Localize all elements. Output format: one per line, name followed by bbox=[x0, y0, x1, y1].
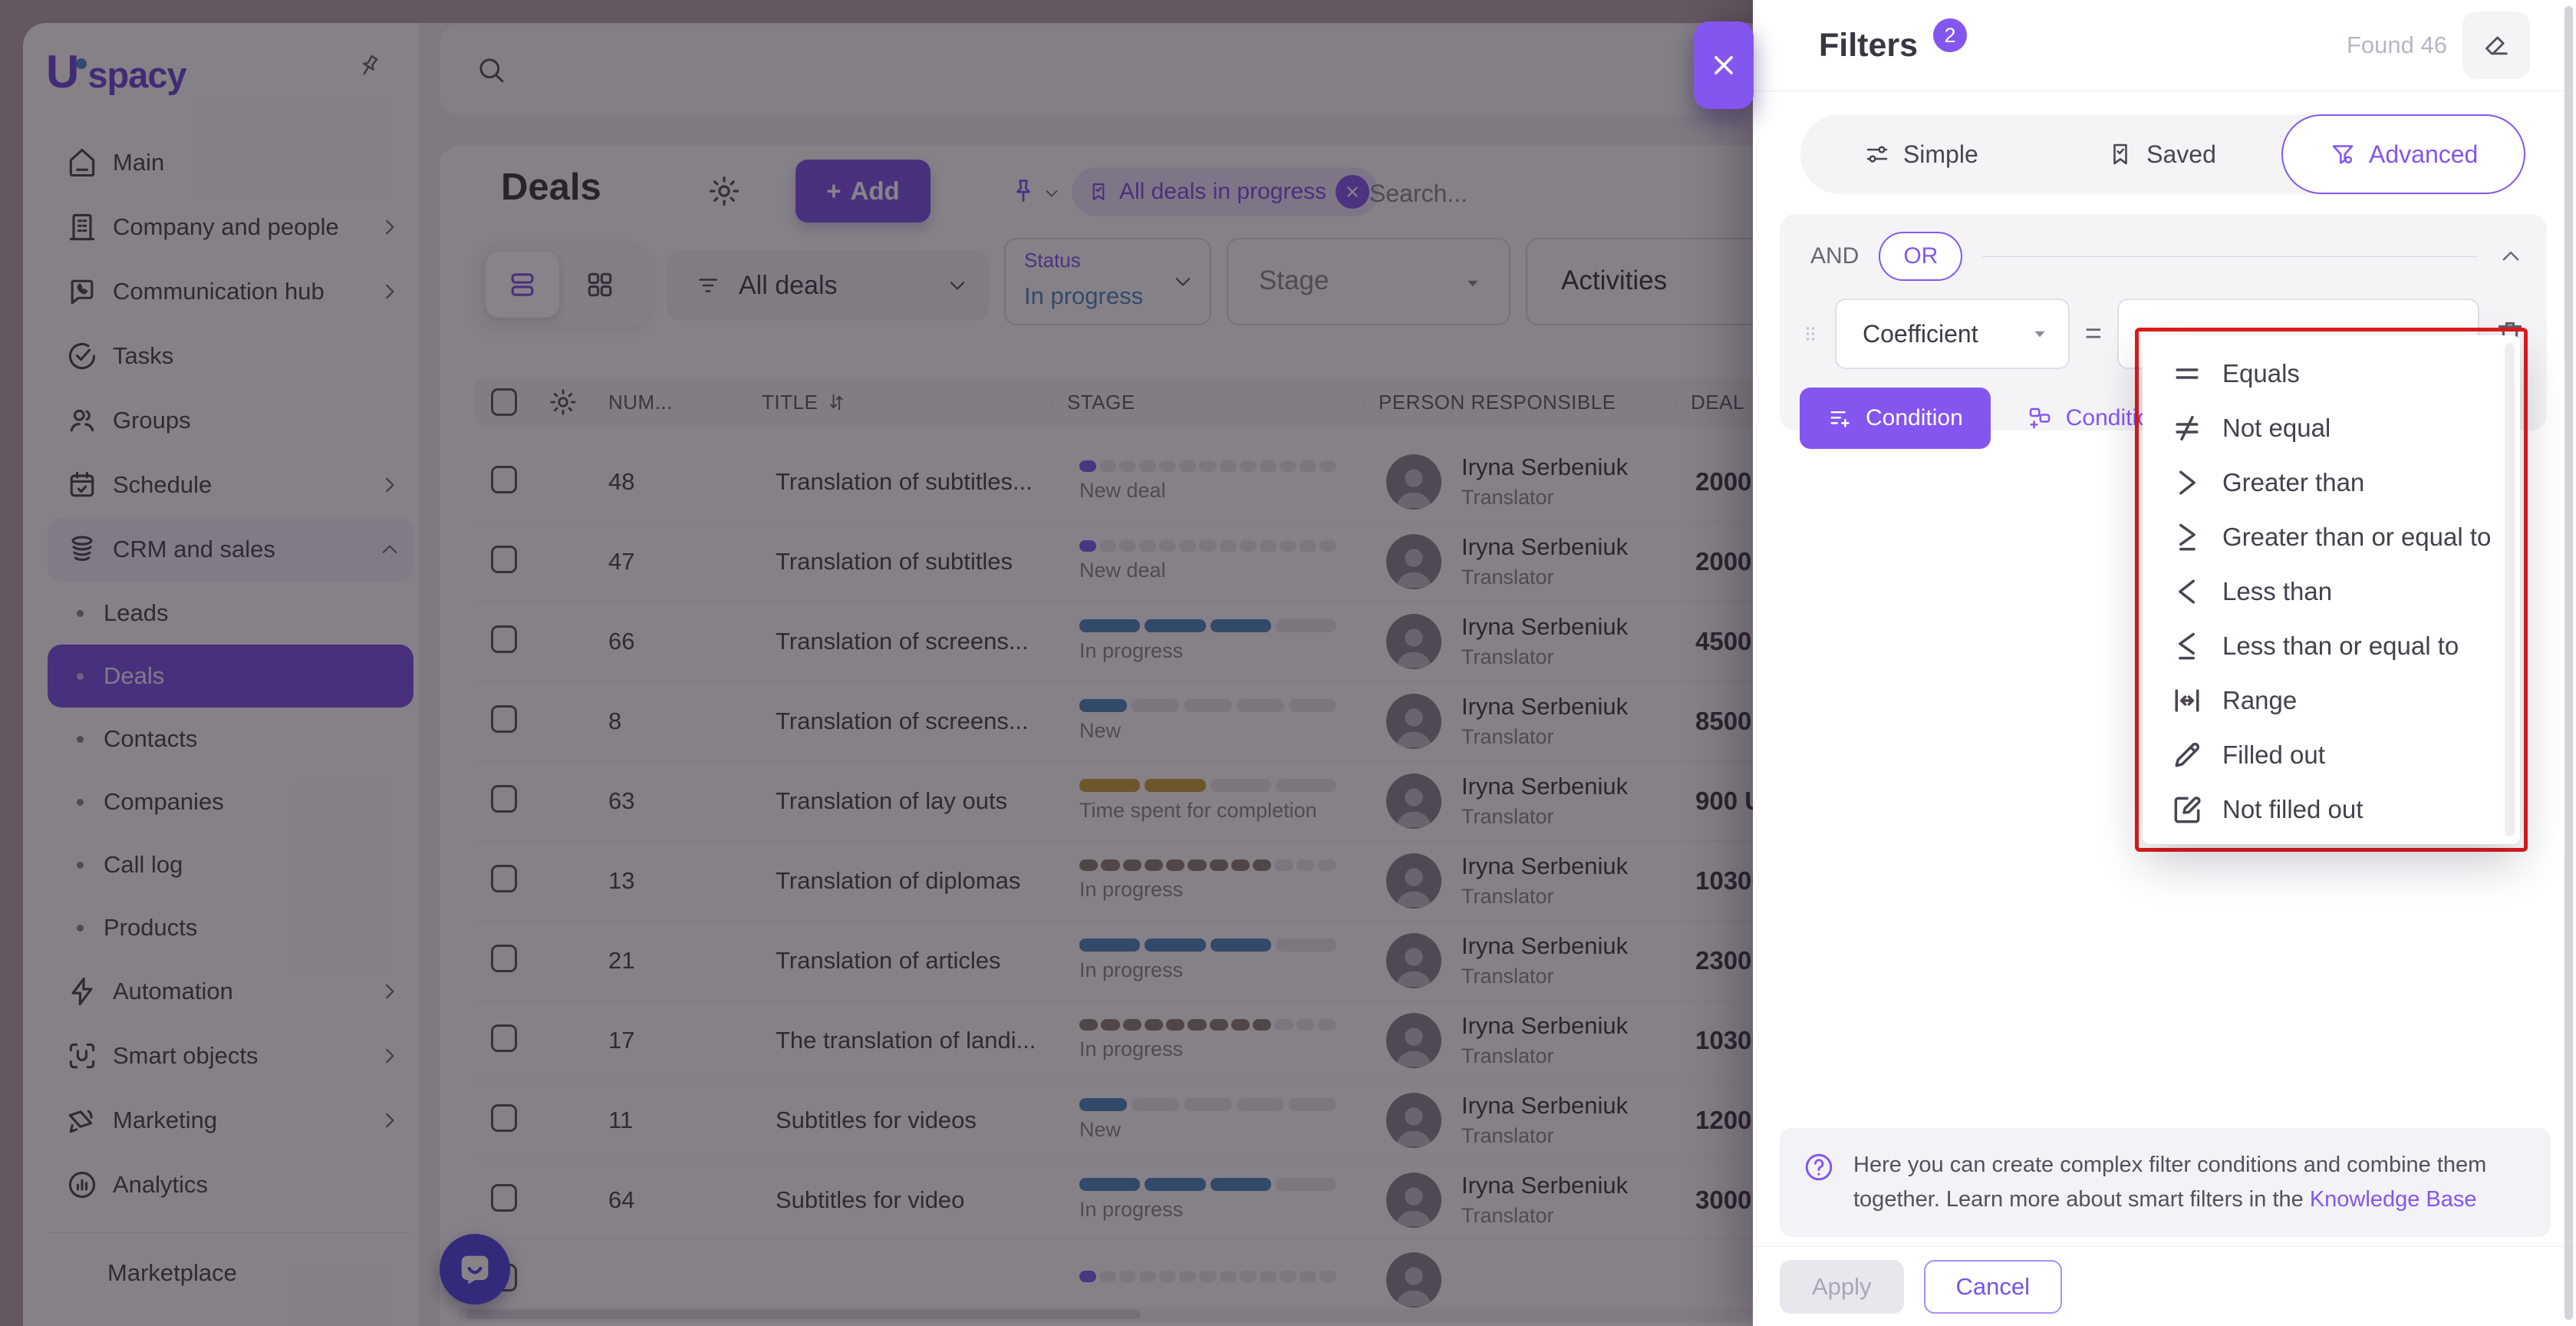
range-icon bbox=[2170, 684, 2204, 717]
collapse-group-icon[interactable] bbox=[2498, 243, 2524, 269]
panel-footer: Apply Cancel bbox=[1753, 1246, 2576, 1326]
greater-icon bbox=[2170, 466, 2204, 500]
operator-select[interactable]: = bbox=[2084, 318, 2103, 351]
field-select[interactable]: Coefficient bbox=[1835, 299, 2070, 369]
annotation-red-box: Equals Not equal Greater than Gr bbox=[2135, 328, 2528, 852]
help-icon bbox=[1803, 1151, 1835, 1183]
filter-tab[interactable]: Advanced bbox=[2281, 114, 2525, 194]
funnel-icon bbox=[2329, 140, 2357, 168]
filter-tabs: Simple Saved Advanced bbox=[1800, 114, 2525, 194]
drag-handle-icon[interactable] bbox=[1800, 315, 1821, 353]
pencil-icon bbox=[2170, 738, 2204, 772]
dropdown-option[interactable]: Range bbox=[2143, 673, 2520, 727]
condition-group-icon bbox=[2026, 404, 2054, 432]
filter-tab[interactable]: Saved bbox=[2041, 114, 2282, 194]
filter-tab[interactable]: Simple bbox=[1800, 114, 2041, 194]
and-toggle[interactable]: AND bbox=[1810, 243, 1859, 269]
filters-count-badge: 2 bbox=[1933, 18, 1967, 52]
eraser-icon bbox=[2481, 30, 2512, 61]
dropdown-option[interactable]: Less than bbox=[2143, 564, 2520, 618]
screen: U spacy Main Main bbox=[0, 0, 2576, 1326]
divider bbox=[1982, 256, 2478, 257]
operator-dropdown: Equals Not equal Greater than Gr bbox=[2143, 335, 2520, 844]
dropdown-option[interactable]: Equals bbox=[2143, 346, 2520, 401]
close-panel-button[interactable] bbox=[1694, 21, 1754, 109]
page-scrollbar[interactable] bbox=[2564, 6, 2573, 1320]
dropdown-option[interactable]: Not equal bbox=[2143, 401, 2520, 455]
field-select-value: Coefficient bbox=[1863, 320, 2030, 348]
close-icon bbox=[1708, 50, 1739, 81]
cancel-button[interactable]: Cancel bbox=[1924, 1260, 2063, 1314]
dropdown-scrollbar[interactable] bbox=[2505, 343, 2515, 836]
dropdown-option[interactable]: Less than or equal to bbox=[2143, 618, 2520, 673]
dropdown-option[interactable]: Greater than bbox=[2143, 455, 2520, 510]
modal-overlay[interactable] bbox=[0, 0, 1753, 1326]
knowledge-base-link[interactable]: Knowledge Base bbox=[2310, 1187, 2477, 1212]
dropdown-option[interactable]: Greater than or equal to bbox=[2143, 510, 2520, 564]
less-icon bbox=[2170, 575, 2204, 609]
panel-header: Filters 2 Found 46 bbox=[1753, 0, 2576, 91]
or-toggle[interactable]: OR bbox=[1879, 232, 1962, 281]
found-count: Found 46 bbox=[2347, 31, 2447, 59]
pencil-square-icon bbox=[2170, 793, 2204, 826]
panel-title: Filters bbox=[1819, 27, 1918, 64]
sliders-icon bbox=[1863, 140, 1891, 168]
lte-icon bbox=[2170, 629, 2204, 663]
bookmark-icon bbox=[2107, 140, 2134, 168]
equals-icon bbox=[2170, 357, 2204, 391]
gte-icon bbox=[2170, 520, 2204, 554]
dropdown-option[interactable]: Not filled out bbox=[2143, 782, 2520, 836]
clear-filters-button[interactable] bbox=[2462, 12, 2530, 79]
apply-button[interactable]: Apply bbox=[1780, 1260, 1904, 1314]
caret-down-icon bbox=[2030, 324, 2050, 344]
add-condition-button[interactable]: Condition bbox=[1800, 388, 1991, 449]
not-equal-icon bbox=[2170, 411, 2204, 445]
condition-add-icon bbox=[1827, 405, 1853, 431]
info-note: Here you can create complex filter condi… bbox=[1780, 1128, 2551, 1237]
dropdown-option[interactable]: Filled out bbox=[2143, 727, 2520, 782]
filters-panel: Filters 2 Found 46 Simple Saved Adva bbox=[1753, 0, 2576, 1326]
